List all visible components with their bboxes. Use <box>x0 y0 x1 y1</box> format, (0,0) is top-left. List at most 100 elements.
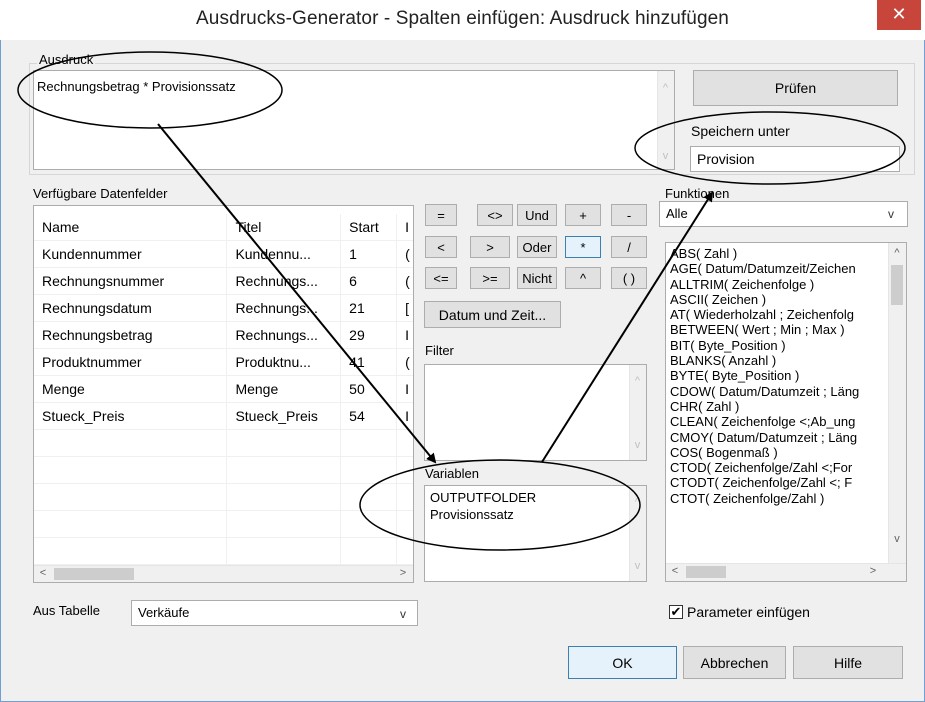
funktionen-label: Funktionen <box>665 186 730 201</box>
funktionen-list[interactable]: ABS( Zahl ) AGE( Datum/Datumzeit/Zeichen… <box>665 242 907 582</box>
op-lessequal-button[interactable]: <= <box>425 267 457 289</box>
filter-textarea[interactable] <box>424 364 647 461</box>
scroll-up-icon[interactable]: ^ <box>888 247 906 259</box>
table-row <box>34 483 413 511</box>
expression-text: Rechnungsbetrag * Provisionssatz <box>37 79 236 94</box>
function-item[interactable]: ALLTRIM( Zeichenfolge ) <box>670 277 884 292</box>
cell-extra: I <box>396 321 413 349</box>
datenfelder-list[interactable]: Name Titel Start I Kundennummer Kundennu.… <box>33 205 414 583</box>
function-item[interactable]: COS( Bogenmaß ) <box>670 445 884 460</box>
col-name-header[interactable]: Name <box>34 214 228 241</box>
col-extra-header[interactable]: I <box>396 214 413 241</box>
chevron-down-icon[interactable]: v <box>400 607 406 621</box>
function-item[interactable]: CLEAN( Zeichenfolge <;Ab_ung <box>670 414 884 429</box>
cell-start: 21 <box>340 294 398 322</box>
table-row[interactable]: Rechnungsdatum Rechnungs... 21[ <box>34 294 413 322</box>
hilfe-button[interactable]: Hilfe <box>793 646 903 679</box>
op-notequal-button[interactable]: <> <box>477 204 513 226</box>
funktionen-selected: Alle <box>666 206 688 221</box>
table-row[interactable]: Kundennummer Kundennu... 1( <box>34 240 413 268</box>
cell-name: Kundennummer <box>34 240 228 268</box>
cell-start: 1 <box>340 240 398 268</box>
function-item[interactable]: ABS( Zahl ) <box>670 246 884 261</box>
hscroll-thumb[interactable] <box>686 566 726 578</box>
function-item[interactable]: BYTE( Byte_Position ) <box>670 368 884 383</box>
cell-titel: Rechnungs... <box>226 294 342 322</box>
window-title: Ausdrucks-Generator - Spalten einfügen: … <box>196 8 729 29</box>
variablen-item[interactable]: Provisionssatz <box>430 507 514 523</box>
table-row[interactable]: Produktnummer Produktnu... 41( <box>34 348 413 376</box>
function-item[interactable]: BIT( Byte_Position ) <box>670 338 884 353</box>
cell-extra: ( <box>396 348 413 376</box>
cell-start: 29 <box>340 321 398 349</box>
variablen-item[interactable]: OUTPUTFOLDER <box>430 490 536 506</box>
scroll-down-icon[interactable]: v <box>657 150 674 162</box>
cell-name: Menge <box>34 375 228 403</box>
function-item[interactable]: BETWEEN( Wert ; Min ; Max ) <box>670 322 884 337</box>
scroll-down-icon[interactable]: v <box>888 533 906 545</box>
function-item[interactable]: BLANKS( Anzahl ) <box>670 353 884 368</box>
function-item[interactable]: CTOD( Zeichenfolge/Zahl <;For <box>670 460 884 475</box>
scroll-up-icon[interactable]: ^ <box>629 496 646 508</box>
table-row[interactable]: Rechnungsbetrag Rechnungs... 29 I <box>34 321 413 349</box>
cell-start: 54 <box>340 402 398 430</box>
vscroll-thumb[interactable] <box>891 265 903 305</box>
op-und-button[interactable]: Und <box>517 204 557 226</box>
table-row[interactable]: Menge Menge 50 I <box>34 375 413 403</box>
parameter-checkbox[interactable]: ✔ <box>669 605 683 619</box>
table-row[interactable]: Rechnungsnummer Rechnungs... 6( <box>34 267 413 295</box>
variablen-label: Variablen <box>425 466 479 481</box>
function-item[interactable]: CTODT( Zeichenfolge/Zahl <; F <box>670 475 884 490</box>
op-plus-button[interactable]: + <box>565 204 601 226</box>
op-less-button[interactable]: < <box>425 236 457 258</box>
ok-button[interactable]: OK <box>568 646 677 679</box>
scroll-up-icon[interactable]: ^ <box>629 375 646 387</box>
table-row[interactable]: Stueck_Preis Stueck_Preis 54 I <box>34 402 413 430</box>
function-item[interactable]: AT( Wiederholzahl ; Zeichenfolg <box>670 307 884 322</box>
abbrechen-button[interactable]: Abbrechen <box>683 646 786 679</box>
op-minus-button[interactable]: - <box>611 204 647 226</box>
speichern-label: Speichern unter <box>691 123 790 139</box>
scroll-up-icon[interactable]: ^ <box>657 82 674 94</box>
function-item[interactable]: CHR( Zahl ) <box>670 399 884 414</box>
cell-extra: I <box>396 375 413 403</box>
scroll-down-icon[interactable]: v <box>629 439 646 451</box>
op-multiply-button[interactable]: * <box>565 236 601 258</box>
op-power-button[interactable]: ^ <box>565 267 601 289</box>
op-equal-button[interactable]: = <box>425 204 457 226</box>
table-row <box>34 429 413 457</box>
function-item[interactable]: CMOY( Datum/Datumzeit ; Läng <box>670 430 884 445</box>
close-icon: ✕ <box>891 4 907 24</box>
cell-name: Produktnummer <box>34 348 228 376</box>
chevron-down-icon[interactable]: v <box>888 207 894 221</box>
cell-extra: [ <box>396 294 413 322</box>
pruefen-button[interactable]: Prüfen <box>693 70 898 106</box>
cell-name: Rechnungsdatum <box>34 294 228 322</box>
close-button[interactable]: ✕ <box>877 0 921 30</box>
datenfelder-label: Verfügbare Datenfelder <box>33 186 168 201</box>
function-item[interactable]: AGE( Datum/Datumzeit/Zeichen <box>670 261 884 276</box>
op-parens-button[interactable]: ( ) <box>611 267 647 289</box>
checkmark-icon: ✔ <box>670 604 682 619</box>
scroll-down-icon[interactable]: v <box>629 560 646 572</box>
op-oder-button[interactable]: Oder <box>517 236 557 258</box>
scroll-left-icon[interactable]: < <box>668 565 682 577</box>
op-greater-button[interactable]: > <box>470 236 510 258</box>
scroll-right-icon[interactable]: > <box>866 565 880 577</box>
op-divide-button[interactable]: / <box>611 236 647 258</box>
scroll-right-icon[interactable]: > <box>396 567 410 579</box>
scroll-left-icon[interactable]: < <box>36 567 50 579</box>
datum-zeit-button[interactable]: Datum und Zeit... <box>424 301 561 328</box>
funktionen-items: ABS( Zahl ) AGE( Datum/Datumzeit/Zeichen… <box>670 246 884 506</box>
col-titel-header[interactable]: Titel <box>226 214 342 241</box>
op-nicht-button[interactable]: Nicht <box>517 267 557 289</box>
col-start-header[interactable]: Start <box>340 214 398 241</box>
op-greaterequal-button[interactable]: >= <box>470 267 510 289</box>
funktionen-select[interactable] <box>659 201 908 227</box>
cell-start: 6 <box>340 267 398 295</box>
hscroll-thumb[interactable] <box>54 568 134 580</box>
function-item[interactable]: ASCII( Zeichen ) <box>670 292 884 307</box>
function-item[interactable]: CTOT( Zeichenfolge/Zahl ) <box>670 491 884 506</box>
function-item[interactable]: CDOW( Datum/Datumzeit ; Läng <box>670 384 884 399</box>
cell-titel: Rechnungs... <box>226 321 342 349</box>
